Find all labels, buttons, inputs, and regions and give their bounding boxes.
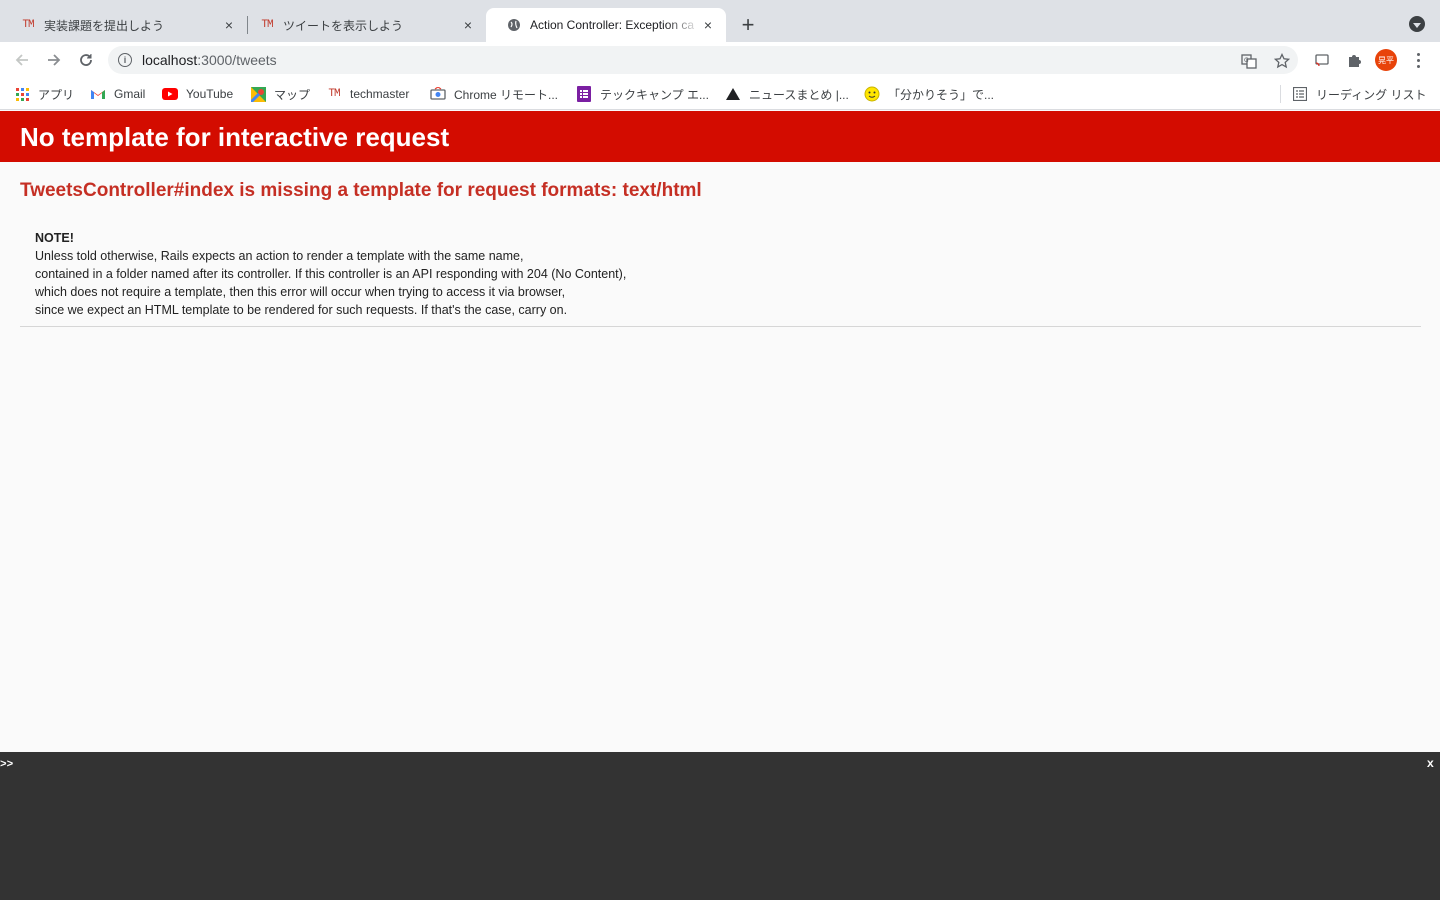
bookmarks-divider <box>1280 85 1281 103</box>
bookmark-apps[interactable]: アプリ <box>14 85 74 103</box>
youtube-icon <box>162 86 178 102</box>
error-message: TweetsController#index is missing a temp… <box>20 180 702 201</box>
bookmark-news-matome[interactable]: ニュースまとめ |... <box>725 85 849 103</box>
page-title: No template for interactive request <box>20 122 450 152</box>
bookmark-label: YouTube <box>186 87 234 101</box>
tab-submit-assignment[interactable]: TM 実装課題を提出しよう × <box>0 8 247 42</box>
bookmark-label: マップ <box>274 87 311 102</box>
arrow-left-icon <box>15 54 28 66</box>
bookmarks-bar: アプリ Gmail YouTube マップ TM techmaster Chro… <box>0 78 1440 110</box>
tab-search-icon[interactable] <box>1409 16 1425 32</box>
techmaster-favicon-icon: TM <box>22 19 34 31</box>
bookmark-star-icon[interactable] <box>1273 52 1291 70</box>
reload-icon <box>80 54 92 66</box>
bookmark-label: 「分かりそう」で... <box>888 87 995 102</box>
bookmark-techcamp[interactable]: テックキャンプ エ... <box>576 85 709 103</box>
console-close-button[interactable]: x <box>1427 757 1434 771</box>
techmaster-favicon-icon: TM <box>328 88 340 100</box>
svg-text:G: G <box>1244 57 1249 64</box>
reload-button[interactable] <box>74 48 98 72</box>
site-info-icon[interactable]: i <box>118 53 132 67</box>
tab-title: Action Controller: Exception ca <box>530 18 695 32</box>
note-line: Unless told otherwise, Rails expects an … <box>35 249 524 263</box>
note-heading: NOTE! <box>35 231 74 245</box>
forms-icon <box>576 86 592 102</box>
bookmark-label: Gmail <box>114 87 146 101</box>
tab-strip: TM 実装課題を提出しよう × TM ツイートを表示しよう × Action C… <box>0 0 1440 42</box>
divider <box>20 326 1421 327</box>
bookmark-gmail[interactable]: Gmail <box>90 85 145 103</box>
tab-title: ツイートを表示しよう <box>283 18 404 33</box>
note-line: contained in a folder named after its co… <box>35 267 627 281</box>
tab-show-tweets[interactable]: TM ツイートを表示しよう × <box>239 8 486 42</box>
close-tab-icon[interactable]: × <box>221 17 237 33</box>
close-tab-icon[interactable]: × <box>460 17 476 33</box>
chrome-menu-icon[interactable] <box>1410 51 1426 69</box>
bookmark-maps[interactable]: マップ <box>250 85 310 103</box>
smiley-icon <box>864 86 880 102</box>
bookmark-wakarisou[interactable]: 「分かりそう」で... <box>864 85 994 103</box>
tab-title: 実装課題を提出しよう <box>44 18 165 33</box>
note-block: NOTE! Unless told otherwise, Rails expec… <box>35 229 626 319</box>
bookmark-label: テックキャンプ エ... <box>600 87 709 102</box>
new-tab-button[interactable]: + <box>736 12 760 37</box>
back-button[interactable] <box>10 48 34 72</box>
close-tab-icon[interactable]: × <box>700 17 716 33</box>
extensions-puzzle-icon[interactable] <box>1345 51 1363 69</box>
reading-list-button[interactable]: リーディング リスト <box>1292 85 1427 103</box>
bookmark-chrome-remote[interactable]: Chrome リモート... <box>430 85 558 103</box>
bookmark-youtube[interactable]: YouTube <box>162 85 233 103</box>
reading-list-label: リーディング リスト <box>1316 87 1427 102</box>
bookmark-label: techmaster <box>350 87 410 101</box>
bookmark-techmaster[interactable]: TM techmaster <box>326 85 409 103</box>
error-header: No template for interactive request <box>0 111 1440 162</box>
note-line: which does not require a template, then … <box>35 285 566 299</box>
bookmark-label: アプリ <box>38 87 75 102</box>
apps-grid-icon <box>14 86 30 102</box>
address-bar[interactable]: i localhost:3000/tweets G <box>108 46 1298 74</box>
bookmark-label: ニュースまとめ |... <box>749 87 849 102</box>
browser-toolbar: i localhost:3000/tweets G 晃平 <box>0 42 1440 78</box>
chrome-remote-desktop-icon <box>430 86 446 102</box>
translate-icon[interactable]: G <box>1240 52 1258 70</box>
triangle-icon <box>725 86 741 102</box>
web-console[interactable]: >> x <box>0 752 1440 900</box>
techmaster-favicon-icon: TM <box>261 19 273 31</box>
note-line: since we expect an HTML template to be r… <box>35 303 568 317</box>
forward-button[interactable] <box>42 48 66 72</box>
gmail-icon <box>90 86 106 102</box>
globe-icon <box>506 17 522 33</box>
bookmark-label: Chrome リモート... <box>454 87 559 102</box>
console-prompt[interactable]: >> <box>0 759 13 771</box>
profile-avatar[interactable]: 晃平 <box>1375 49 1397 71</box>
url-text[interactable]: localhost:3000/tweets <box>142 52 277 68</box>
arrow-right-icon <box>48 54 61 66</box>
cast-icon[interactable] <box>1313 51 1331 69</box>
reading-list-icon <box>1292 86 1308 102</box>
maps-icon <box>250 86 266 102</box>
tab-action-controller-exception[interactable]: Action Controller: Exception ca × <box>486 8 726 42</box>
